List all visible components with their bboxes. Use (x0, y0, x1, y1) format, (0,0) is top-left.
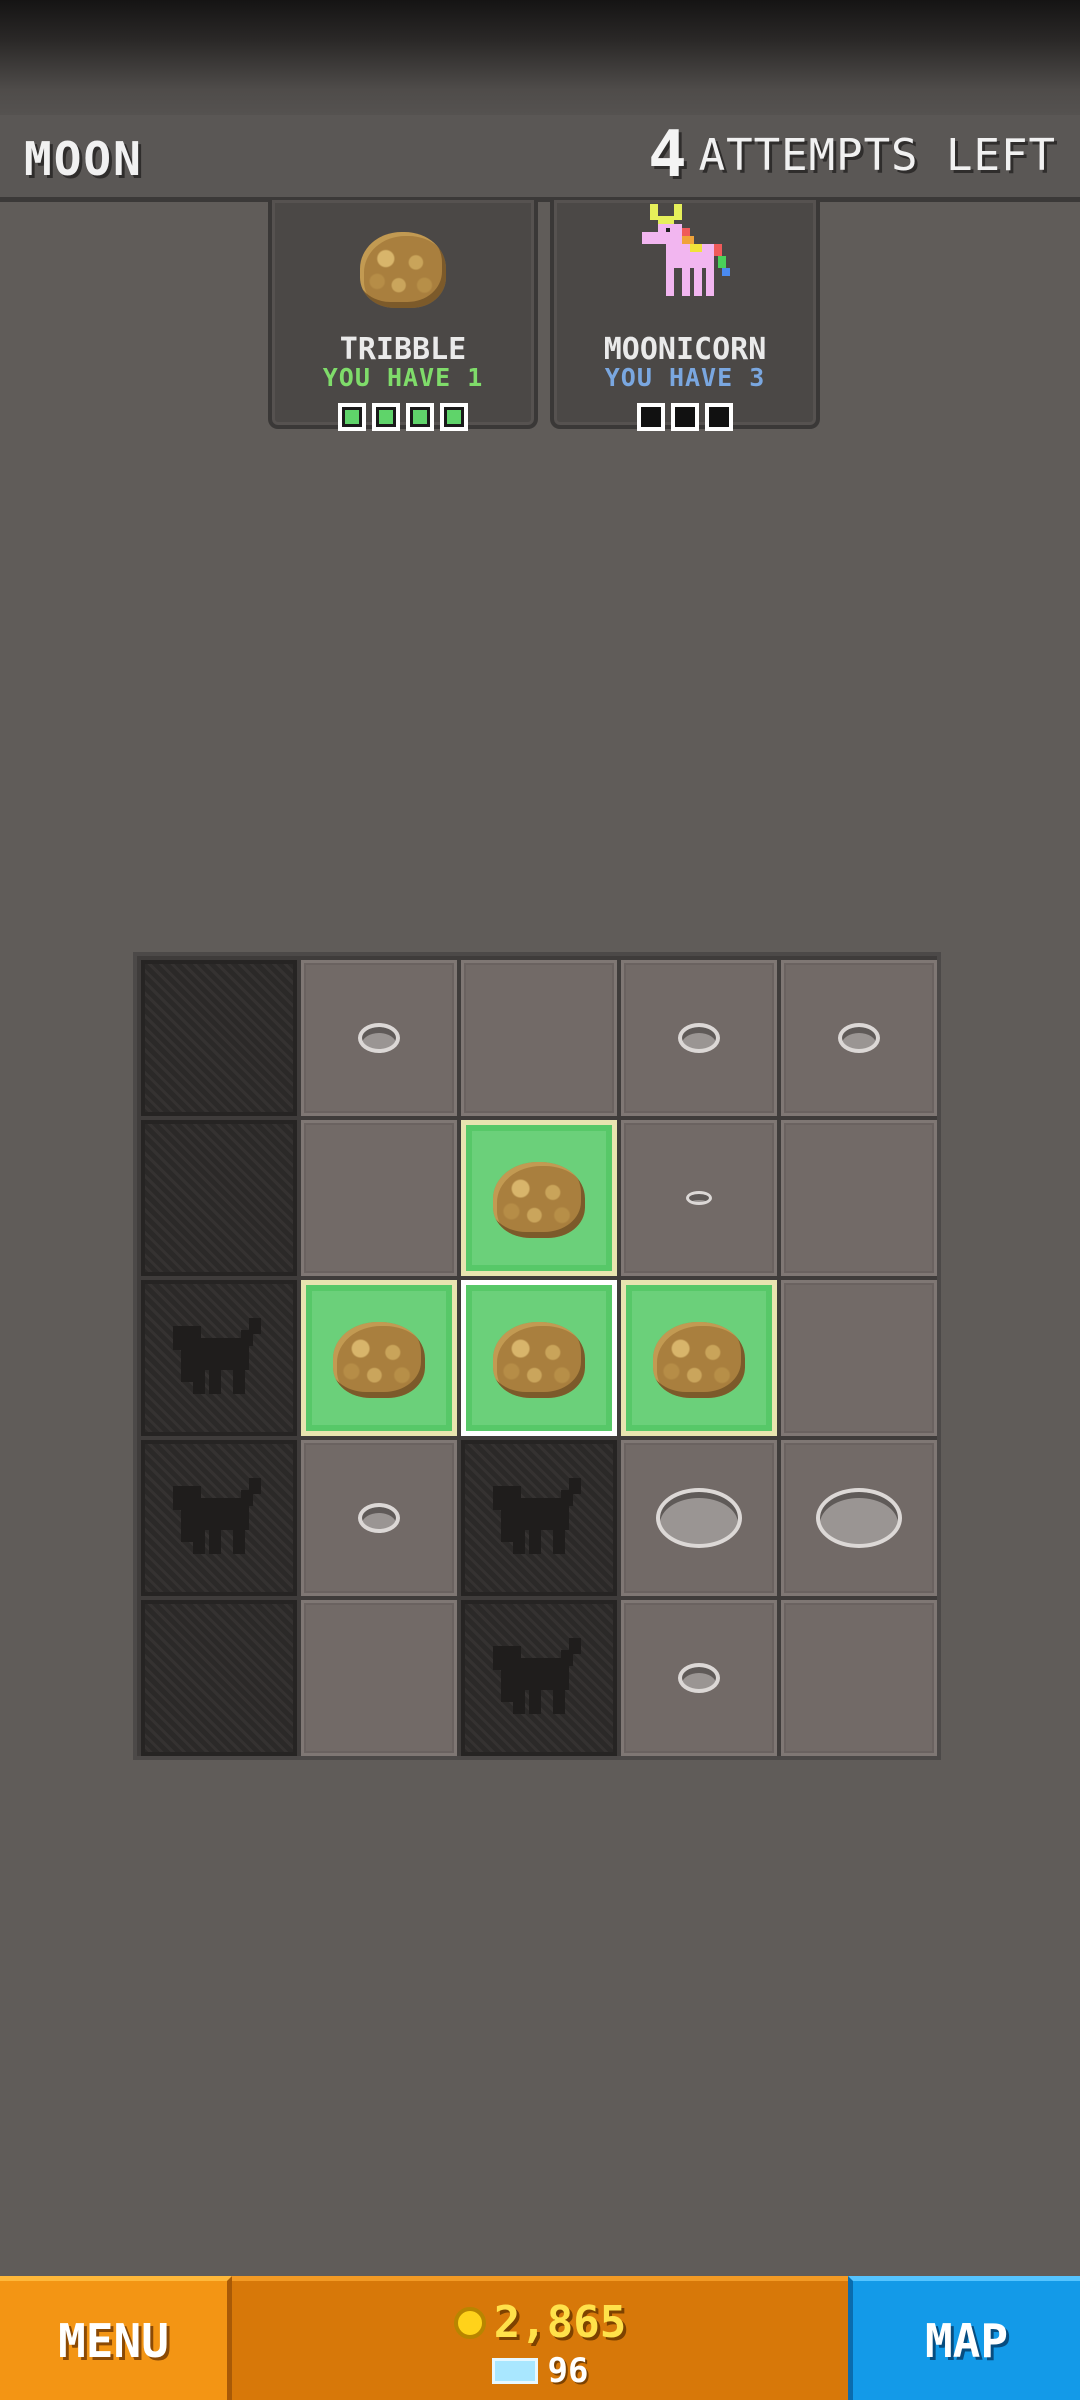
grid-cell-dug (141, 960, 297, 1116)
map-button[interactable]: MAP (848, 2276, 1080, 2400)
target-name: MOONICORN (603, 332, 767, 367)
target-card-moonicorn[interactable]: MOONICORN YOU HAVE 3 (550, 200, 820, 431)
slot-found (372, 403, 400, 431)
hole-icon (358, 1023, 400, 1053)
grid-cell-monkey (461, 1440, 617, 1596)
hole-icon (678, 1663, 720, 1693)
grid-cell-hint[interactable] (301, 1440, 457, 1596)
grid-cell-hint[interactable] (781, 960, 937, 1116)
progress-slots (554, 403, 816, 431)
grid-cell-found (621, 1280, 777, 1436)
grid-cell-found (461, 1120, 617, 1276)
tribble-icon (493, 1322, 585, 1398)
slot-empty (671, 403, 699, 431)
grid-cell-monkey (141, 1440, 297, 1596)
bottom-bar: MENU 2,865 96 MAP (0, 2276, 1080, 2400)
grid-cell-hint[interactable] (781, 1440, 937, 1596)
grid-cell-found (301, 1280, 457, 1436)
grid-cell-hint[interactable] (301, 960, 457, 1116)
grid-cell[interactable] (781, 1120, 937, 1276)
moonicorn-icon (642, 204, 730, 296)
hole-icon (686, 1191, 712, 1205)
monkey-silhouette-icon (493, 1478, 581, 1554)
grid-cell[interactable] (781, 1600, 937, 1756)
hole-icon (816, 1488, 902, 1548)
dig-grid (133, 952, 941, 1760)
grid-cell-hint[interactable] (621, 960, 777, 1116)
progress-slots (272, 403, 534, 431)
coin-amount: 2,865 (493, 2297, 627, 2348)
hole-icon (678, 1023, 720, 1053)
slot-empty (637, 403, 665, 431)
grid-cell[interactable] (301, 1120, 457, 1276)
slot-found (440, 403, 468, 431)
target-card-tribble[interactable]: TRIBBLE YOU HAVE 1 (268, 200, 538, 431)
slot-found (406, 403, 434, 431)
coin-icon (453, 2306, 486, 2339)
grid-cell[interactable] (461, 960, 617, 1116)
grid-cell-dug (141, 1120, 297, 1276)
gem-balance: 96 (232, 2351, 848, 2391)
grid-cell-monkey (461, 1600, 617, 1756)
grid-cell-hint[interactable] (621, 1440, 777, 1596)
hole-icon (656, 1488, 742, 1548)
attempts-label: ATTEMPTS LEFT (698, 129, 1056, 181)
target-count: YOU HAVE 1 (322, 363, 484, 392)
wallet: 2,865 96 (232, 2276, 848, 2400)
grid-cell-hint[interactable] (621, 1120, 777, 1276)
menu-button[interactable]: MENU (0, 2276, 232, 2400)
gem-icon (491, 2358, 538, 2384)
target-count: YOU HAVE 3 (604, 363, 766, 392)
slot-found (338, 403, 366, 431)
slot-empty (705, 403, 733, 431)
grid-cell-hint[interactable] (621, 1600, 777, 1756)
grid-cell-found-selected (461, 1280, 617, 1436)
attempts-counter: 4 ATTEMPTS LEFT (648, 118, 1056, 192)
grid-cell[interactable] (301, 1600, 457, 1756)
monkey-silhouette-icon (173, 1478, 261, 1554)
level-name: MOON (24, 132, 143, 186)
monkey-silhouette-icon (493, 1638, 581, 1714)
grid-cell[interactable] (781, 1280, 937, 1436)
monkey-silhouette-icon (173, 1318, 261, 1394)
tribble-icon (493, 1162, 585, 1238)
target-name: TRIBBLE (339, 332, 467, 367)
hole-icon (358, 1503, 400, 1533)
coin-balance: 2,865 (232, 2297, 848, 2348)
grid-cell-dug (141, 1600, 297, 1756)
tribble-icon (333, 1322, 425, 1398)
gem-amount: 96 (547, 2351, 589, 2391)
tribble-icon (360, 232, 446, 308)
grid-cell-monkey (141, 1280, 297, 1436)
tribble-icon (653, 1322, 745, 1398)
attempts-number: 4 (648, 118, 687, 192)
hole-icon (838, 1023, 880, 1053)
